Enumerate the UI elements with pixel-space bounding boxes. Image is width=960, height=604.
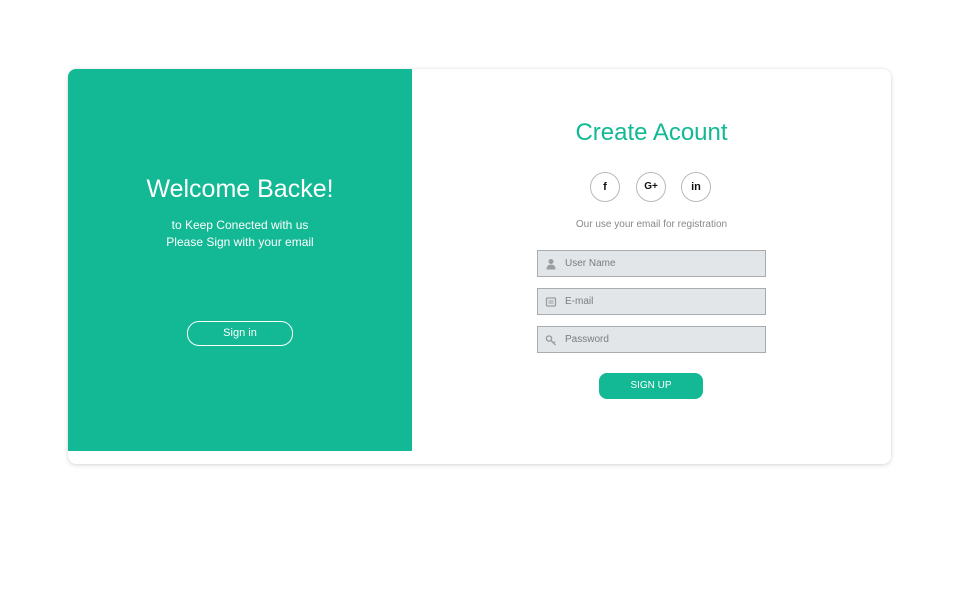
signin-button[interactable]: Sign in — [187, 321, 293, 346]
welcome-title: Welcome Backe! — [146, 175, 334, 203]
welcome-text: to Keep Conected with us Please Sign wit… — [68, 217, 412, 251]
linkedin-icon[interactable]: in — [681, 172, 711, 202]
password-field[interactable] — [537, 326, 766, 353]
email-icon — [545, 297, 557, 307]
password-input[interactable] — [565, 327, 761, 352]
signup-button[interactable]: SIGN UP — [599, 373, 703, 399]
create-account-title: Create Acount — [575, 119, 728, 146]
google-plus-icon[interactable]: G+ — [636, 172, 666, 202]
welcome-line-1: to Keep Conected with us — [171, 218, 309, 232]
welcome-panel: Welcome Backe! to Keep Conected with us … — [68, 69, 412, 451]
key-icon — [545, 335, 556, 346]
auth-card: Welcome Backe! to Keep Conected with us … — [68, 69, 891, 464]
register-panel: Create Acount f G+ in Our use your email… — [412, 69, 891, 464]
registration-hint: Our use your email for registration — [575, 219, 728, 230]
facebook-icon[interactable]: f — [590, 172, 620, 202]
user-icon — [546, 259, 556, 270]
email-input[interactable] — [565, 289, 761, 314]
email-field[interactable] — [537, 288, 766, 315]
username-input[interactable] — [565, 251, 761, 276]
welcome-line-2: Please Sign with your email — [166, 235, 314, 249]
username-field[interactable] — [537, 250, 766, 277]
